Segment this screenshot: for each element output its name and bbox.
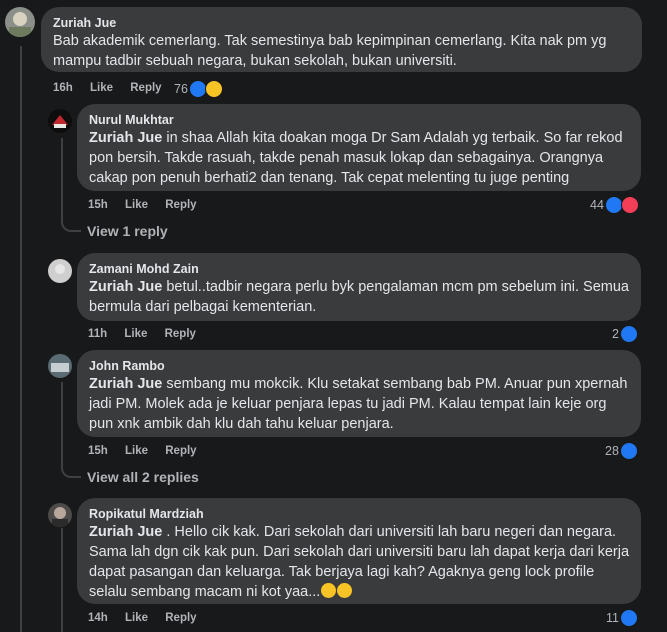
reply-thread-line <box>61 382 63 466</box>
like-button[interactable]: Like <box>125 199 148 211</box>
comment-actions: 14h Like Reply <box>88 612 211 624</box>
reaction-count: 28 <box>605 444 619 458</box>
comment-time[interactable]: 16h <box>53 82 73 94</box>
comment-actions: 15h Like Reply <box>88 445 211 457</box>
comment-author[interactable]: Zuriah Jue <box>53 15 630 31</box>
comment-actions: 11h Like Reply <box>88 328 210 340</box>
mention-link[interactable]: Zuriah Jue <box>89 524 162 540</box>
like-button[interactable]: Like <box>125 612 148 624</box>
haha-icon <box>204 80 223 98</box>
mention-link[interactable]: Zuriah Jue <box>89 376 162 392</box>
emoji-icon <box>337 583 353 598</box>
comment-bubble: Zamani Mohd Zain Zuriah Jue betul..tadbi… <box>77 253 641 321</box>
like-button[interactable]: Like <box>90 82 113 94</box>
comment-bubble: John Rambo Zuriah Jue sembang mu mokcik.… <box>77 350 641 437</box>
comment-text: Zuriah Jue . Hello cik kak. Dari sekolah… <box>89 522 629 602</box>
comment-body: . Hello cik kak. Dari sekolah dari unive… <box>89 524 630 600</box>
comment-bubble: Nurul Mukhtar Zuriah Jue in shaa Allah k… <box>77 104 641 191</box>
like-icon <box>619 609 638 627</box>
comment-text: Zuriah Jue in shaa Allah kita doakan mog… <box>89 128 629 188</box>
comment-author[interactable]: Nurul Mukhtar <box>89 112 629 128</box>
comment-body: betul..tadbir negara perlu byk pengalama… <box>89 279 629 315</box>
reaction-count: 44 <box>590 198 604 212</box>
reply-button[interactable]: Reply <box>130 82 161 94</box>
comment-time[interactable]: 15h <box>88 199 108 211</box>
reaction-summary[interactable]: 76 <box>174 79 223 99</box>
mention-link[interactable]: Zuriah Jue <box>89 279 162 295</box>
comment-author[interactable]: Ropikatul Mardziah <box>89 506 629 522</box>
reaction-count: 76 <box>174 82 188 96</box>
comment-time[interactable]: 14h <box>88 612 108 624</box>
reply-button[interactable]: Reply <box>165 328 196 340</box>
comment-body: sembang mu mokcik. Klu setakat sembang b… <box>89 376 628 432</box>
like-icon <box>619 442 638 460</box>
reply-button[interactable]: Reply <box>165 445 196 457</box>
avatar[interactable] <box>5 7 35 37</box>
avatar[interactable] <box>48 259 72 283</box>
avatar[interactable] <box>48 109 72 133</box>
comment-author[interactable]: John Rambo <box>89 358 629 374</box>
love-icon <box>620 196 639 214</box>
reaction-summary[interactable]: 11 <box>606 608 638 628</box>
like-button[interactable]: Like <box>124 328 147 340</box>
reaction-count: 2 <box>612 327 619 341</box>
view-replies-link[interactable]: View 1 reply <box>87 223 168 239</box>
comment-text: Zuriah Jue sembang mu mokcik. Klu setaka… <box>89 374 629 434</box>
reply-button[interactable]: Reply <box>165 199 196 211</box>
comment-author[interactable]: Zamani Mohd Zain <box>89 261 629 277</box>
like-icon <box>619 325 638 343</box>
like-button[interactable]: Like <box>125 445 148 457</box>
reaction-count: 11 <box>606 611 619 625</box>
reply-elbow <box>61 210 81 232</box>
comment-actions: 15h Like Reply <box>88 199 211 211</box>
comment-bubble: Ropikatul Mardziah Zuriah Jue . Hello ci… <box>77 498 641 604</box>
emoji-icon <box>321 583 337 598</box>
reply-thread-line <box>61 138 63 220</box>
comment-text: Bab akademik cemerlang. Tak semestinya b… <box>53 33 607 69</box>
comment-bubble: Zuriah Jue Bab akademik cemerlang. Tak s… <box>41 7 642 72</box>
reply-button[interactable]: Reply <box>165 612 196 624</box>
comment-actions: 16h Like Reply <box>53 82 176 94</box>
reaction-summary[interactable]: 28 <box>605 441 638 461</box>
comment-time[interactable]: 15h <box>88 445 108 457</box>
avatar[interactable] <box>48 354 72 378</box>
view-replies-link[interactable]: View all 2 replies <box>87 469 199 485</box>
reaction-summary[interactable]: 2 <box>612 324 638 344</box>
comment-text: Zuriah Jue betul..tadbir negara perlu by… <box>89 277 629 317</box>
thread-line <box>20 46 22 632</box>
reply-elbow <box>61 456 81 478</box>
comment-time[interactable]: 11h <box>88 328 107 340</box>
mention-link[interactable]: Zuriah Jue <box>89 130 162 146</box>
comment-body: in shaa Allah kita doakan moga Dr Sam Ad… <box>89 130 623 186</box>
reply-thread-line <box>61 528 63 632</box>
avatar[interactable] <box>48 503 72 527</box>
reaction-summary[interactable]: 44 <box>590 195 639 215</box>
